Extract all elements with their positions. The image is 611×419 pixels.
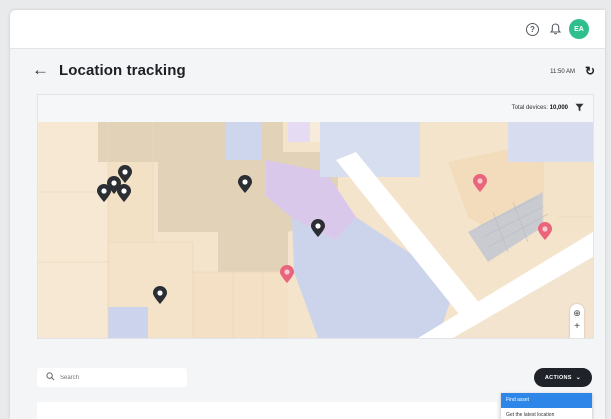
app-window: ? EA ← Location tracking 11:50 AM ↻ Tota… xyxy=(10,10,605,419)
page-title: Location tracking xyxy=(59,62,186,79)
arrow-left-icon[interactable]: ← xyxy=(32,60,49,80)
bell-icon-shape xyxy=(549,23,561,35)
search-icon xyxy=(46,372,55,381)
page-header: ← Location tracking 11:50 AM ↻ xyxy=(10,48,605,94)
zoom-out-button[interactable]: − xyxy=(570,334,584,338)
search-box xyxy=(37,368,187,387)
menu-item-get-latest-location[interactable]: Get the latest location xyxy=(501,408,592,419)
map-card: Total devices: 10,000 ⊕ + xyxy=(37,94,594,339)
zoom-in-button[interactable]: + xyxy=(570,320,584,334)
chevron-down-icon: ⌄ xyxy=(575,375,582,381)
menu-item-find-asset[interactable]: Find asset xyxy=(501,393,592,408)
bell-icon[interactable] xyxy=(547,21,563,37)
zoom-controls: ⊕ + − xyxy=(570,304,584,338)
locate-icon[interactable]: ⊕ xyxy=(570,306,584,320)
avatar[interactable]: EA xyxy=(569,19,589,39)
map-toolbar: Total devices: 10,000 xyxy=(38,95,593,122)
last-updated-time: 11:50 AM xyxy=(550,69,575,75)
total-devices: Total devices: 10,000 xyxy=(511,105,568,111)
refresh-icon[interactable]: ↻ xyxy=(585,64,595,78)
actions-dropdown: Find asset Get the latest location xyxy=(501,393,592,419)
floor-map[interactable]: ⊕ + − xyxy=(38,122,593,338)
filter-icon[interactable] xyxy=(575,103,584,112)
search-input[interactable] xyxy=(60,371,180,384)
results-panel xyxy=(37,402,497,419)
help-icon[interactable]: ? xyxy=(526,23,539,36)
top-bar: ? EA xyxy=(10,10,605,49)
actions-button[interactable]: ACTIONS ⌄ xyxy=(534,368,592,387)
floor-plan xyxy=(38,122,593,338)
total-devices-value: 10,000 xyxy=(549,105,568,111)
